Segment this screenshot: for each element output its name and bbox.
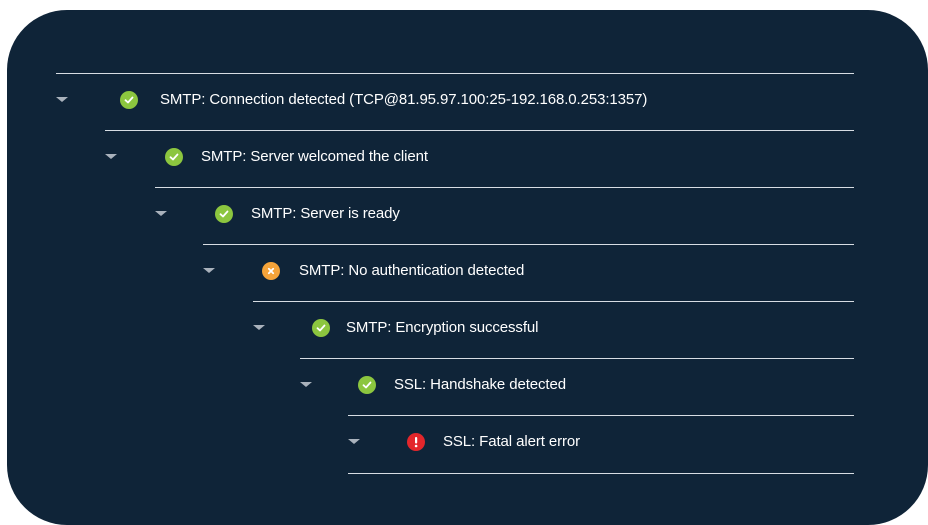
tree-row-server-ready[interactable]: SMTP: Server is ready	[155, 187, 854, 245]
tree-row-label: SMTP: No authentication detected	[299, 262, 525, 279]
tree-row-no-authentication[interactable]: SMTP: No authentication detected	[203, 244, 854, 302]
check-circle-icon	[215, 205, 233, 223]
tree-row-label: SMTP: Connection detected (TCP@81.95.97.…	[160, 91, 648, 108]
chevron-down-icon[interactable]	[155, 211, 167, 216]
chevron-down-icon[interactable]	[300, 382, 312, 387]
check-circle-icon	[312, 319, 330, 337]
chevron-down-icon[interactable]	[203, 268, 215, 273]
tree-row-connection[interactable]: SMTP: Connection detected (TCP@81.95.97.…	[56, 73, 854, 131]
tree-row-handshake-detected[interactable]: SSL: Handshake detected	[300, 358, 854, 416]
chevron-down-icon[interactable]	[253, 325, 265, 330]
event-tree: SMTP: Connection detected (TCP@81.95.97.…	[7, 10, 928, 525]
tree-row-server-welcomed[interactable]: SMTP: Server welcomed the client	[105, 130, 854, 188]
connection-analysis-panel: SMTP: Connection detected (TCP@81.95.97.…	[7, 10, 928, 525]
tree-row-encryption-successful[interactable]: SMTP: Encryption successful	[253, 301, 854, 359]
check-circle-icon	[358, 376, 376, 394]
chevron-down-icon[interactable]	[105, 154, 117, 159]
exclamation-circle-icon	[407, 433, 425, 451]
tree-row-label: SMTP: Server is ready	[251, 205, 400, 222]
chevron-down-icon[interactable]	[348, 439, 360, 444]
tree-row-label: SMTP: Encryption successful	[346, 319, 539, 336]
chevron-down-icon[interactable]	[56, 97, 68, 102]
tree-row-fatal-alert[interactable]: SSL: Fatal alert error	[348, 415, 854, 474]
tree-row-label: SSL: Fatal alert error	[443, 433, 581, 450]
check-circle-icon	[165, 148, 183, 166]
check-circle-icon	[120, 91, 138, 109]
tree-row-label: SMTP: Server welcomed the client	[201, 148, 428, 165]
tree-row-label: SSL: Handshake detected	[394, 376, 566, 393]
x-circle-icon	[262, 262, 280, 280]
